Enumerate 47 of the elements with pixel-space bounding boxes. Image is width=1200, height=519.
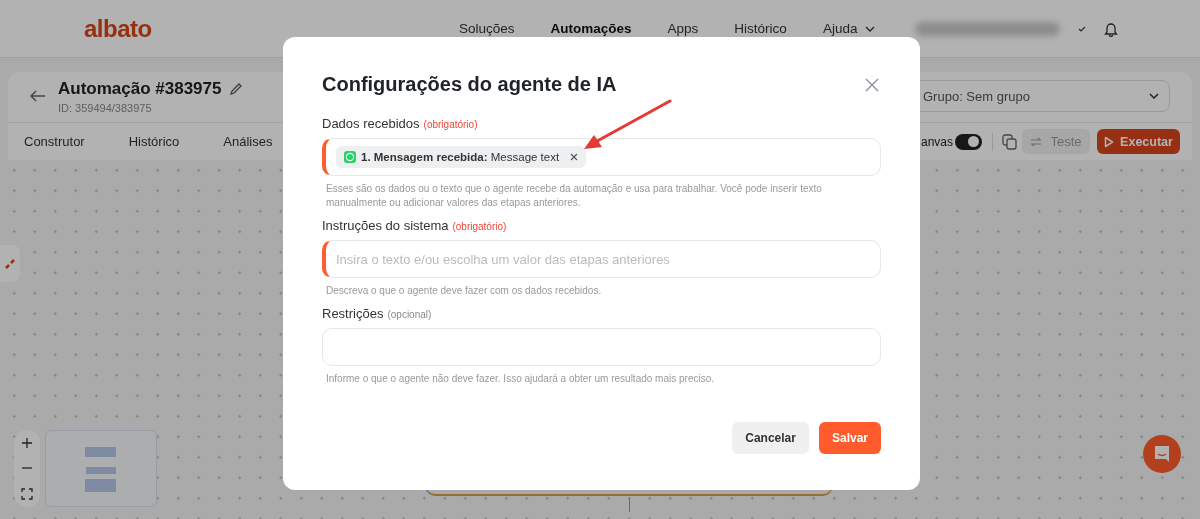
nav-link[interactable]: Automações — [550, 21, 632, 36]
automation-title: Automação #383975 — [58, 78, 222, 99]
field-label: Dados recebidos — [322, 116, 420, 131]
play-icon — [1104, 135, 1115, 148]
tab[interactable]: Análises — [223, 134, 273, 149]
pencil-icon[interactable] — [229, 81, 244, 96]
nav-link[interactable]: Histórico — [734, 21, 787, 36]
tab[interactable]: Histórico — [128, 134, 180, 149]
back-arrow-icon[interactable] — [30, 90, 46, 102]
field-tag: (obrigatório) — [452, 221, 507, 232]
fit-screen-icon[interactable] — [21, 488, 33, 501]
dialog-title: Configurações do agente de IA — [322, 73, 617, 96]
nav-link[interactable]: Soluções — [459, 21, 515, 36]
zoom-in-icon[interactable] — [21, 436, 33, 449]
field-label: Instruções do sistema — [322, 218, 449, 233]
canvas-toggle[interactable] — [955, 133, 982, 150]
value-chip[interactable]: 1. Mensagem recebida: Message text — [336, 146, 587, 168]
help-menu[interactable]: Ajuda — [822, 21, 876, 36]
swap-icon — [1030, 136, 1043, 147]
run-button[interactable]: Executar — [1097, 129, 1180, 154]
field-hint: Informe o que o agente não deve fazer. Isso ajudará a obter um resultado mais preciso. — [325, 372, 715, 386]
field-hint: Esses são os dados ou o texto que o agente recebe da automação e usa para trabalhar. Você pode inserir texto manualmente ou adicionar valores das etapas anteriores. — [325, 182, 823, 210]
chat-bubble-icon — [344, 151, 356, 163]
chat-button[interactable] — [1143, 435, 1181, 473]
slash-icon — [5, 258, 15, 269]
field-tag: (opcional) — [387, 309, 432, 320]
close-icon[interactable] — [865, 77, 879, 92]
field-tag: (obrigatório) — [423, 119, 478, 130]
tab[interactable]: Construtor — [24, 134, 85, 149]
field-hint: Descreva o que o agente deve fazer com os dados recebidos. — [325, 284, 603, 298]
remove-icon[interactable] — [570, 153, 579, 161]
canvas-label: anvas — [920, 134, 953, 149]
chevron-down-icon — [1149, 93, 1159, 99]
automation-id: ID: 359494/383975 — [58, 101, 153, 114]
bell-icon[interactable] — [1104, 20, 1119, 37]
field-label: Restrições — [322, 306, 384, 321]
copy-icon[interactable] — [1002, 133, 1018, 150]
chat-icon — [1153, 445, 1171, 463]
cancel-button[interactable]: Cancelar — [732, 422, 809, 454]
minimap-nodes-drawing — [85, 444, 117, 493]
chevron-down-icon — [865, 25, 876, 32]
connector-line — [629, 498, 630, 512]
check-icon — [1078, 25, 1087, 32]
nav-link[interactable]: Apps — [667, 21, 699, 36]
input-field[interactable]: 1. Mensagem recebida: Message text — [322, 138, 881, 176]
side-tab[interactable] — [0, 245, 20, 282]
logo[interactable]: albato — [84, 14, 384, 43]
